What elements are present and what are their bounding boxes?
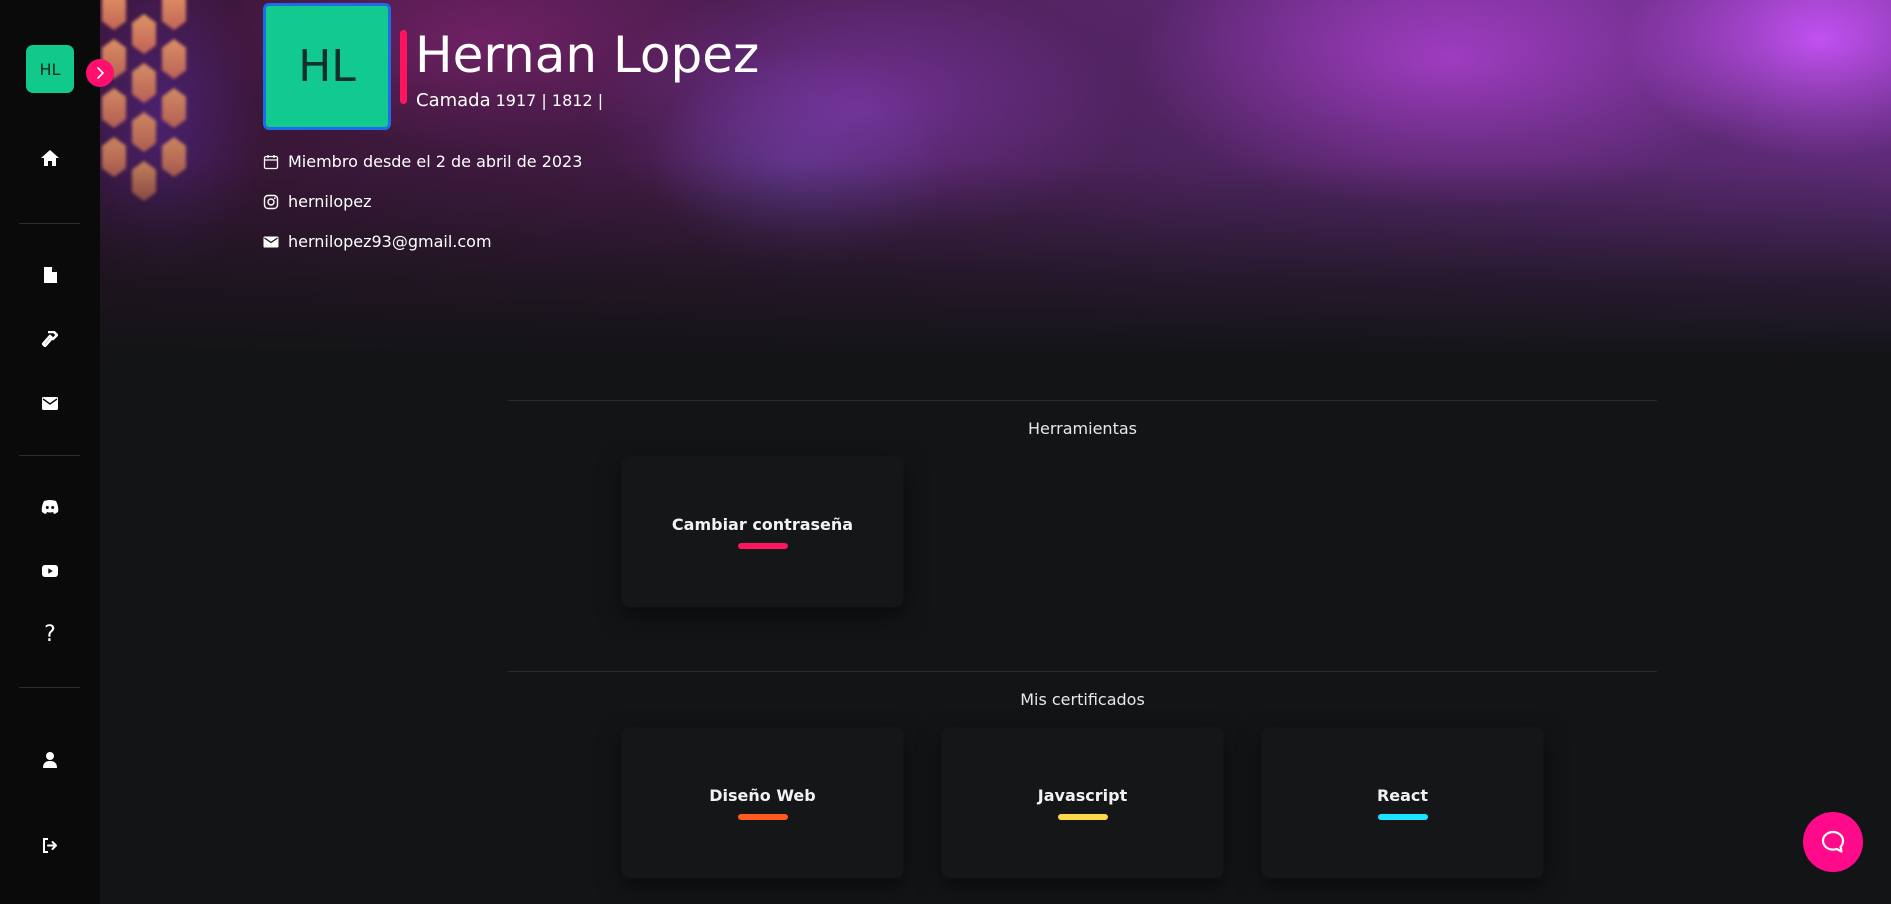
- tools-section-title: Herramientas: [1028, 419, 1137, 438]
- instagram-icon: [263, 194, 279, 209]
- youtube-icon[interactable]: [32, 553, 68, 589]
- change-password-card[interactable]: Cambiar contraseña: [622, 457, 903, 607]
- main-content: HL Hernan Lopez Camada 1917 | 1812 | Miem…: [100, 0, 1891, 904]
- envelope-icon[interactable]: [32, 385, 68, 421]
- question-icon[interactable]: ?: [32, 616, 68, 652]
- chat-bubble-icon: [1821, 830, 1845, 853]
- envelope-icon: [263, 236, 279, 247]
- card-accent-bar: [1057, 814, 1108, 820]
- calendar-icon: [263, 154, 279, 169]
- chevron-right-icon: [97, 67, 104, 79]
- logout-icon[interactable]: [32, 827, 68, 863]
- email-row[interactable]: hernilopez93@gmail.com: [263, 232, 492, 251]
- member-since-text: Miembro desde el 2 de abril de 2023: [288, 152, 583, 171]
- document-icon[interactable]: [32, 257, 68, 293]
- hammer-icon[interactable]: [32, 321, 68, 357]
- camada-values: 1917 | 1812 |: [495, 91, 604, 110]
- card-title: React: [1376, 786, 1429, 805]
- instagram-row[interactable]: hernilopez: [263, 192, 372, 211]
- section-divider: [508, 671, 1657, 672]
- profile-name: Hernan Lopez: [415, 26, 760, 84]
- card-title: Diseño Web: [709, 786, 816, 805]
- instagram-handle[interactable]: hernilopez: [288, 192, 372, 211]
- sidebar-divider: [19, 455, 80, 456]
- sidebar-avatar[interactable]: HL: [26, 45, 74, 93]
- card-title: Javascript: [1037, 786, 1128, 805]
- home-icon[interactable]: [32, 140, 68, 176]
- certificates-section-title: Mis certificados: [1020, 690, 1145, 709]
- discord-icon[interactable]: [32, 489, 68, 525]
- certificate-card-javascript[interactable]: Javascript: [942, 728, 1223, 878]
- expand-sidebar-button[interactable]: [86, 59, 114, 87]
- section-divider: [508, 400, 1657, 401]
- sidebar: HL ?: [0, 0, 100, 904]
- card-accent-bar: [1377, 814, 1428, 820]
- camada-label: Camada: [416, 90, 491, 111]
- sidebar-divider: [19, 223, 80, 224]
- card-accent-bar: [737, 814, 788, 820]
- user-icon[interactable]: [32, 742, 68, 778]
- card-accent-bar: [737, 543, 788, 549]
- certificate-card-react[interactable]: React: [1262, 728, 1543, 878]
- chat-help-button[interactable]: [1803, 812, 1863, 872]
- sidebar-divider: [19, 687, 80, 688]
- profile-avatar: HL: [263, 3, 391, 130]
- card-title: Cambiar contraseña: [671, 515, 854, 534]
- camada-line: Camada 1917 | 1812 |: [416, 90, 603, 111]
- email-address[interactable]: hernilopez93@gmail.com: [288, 232, 492, 251]
- member-since-row: Miembro desde el 2 de abril de 2023: [263, 152, 582, 171]
- certificate-card-diseno-web[interactable]: Diseño Web: [622, 728, 903, 878]
- name-accent-bar: [400, 30, 407, 104]
